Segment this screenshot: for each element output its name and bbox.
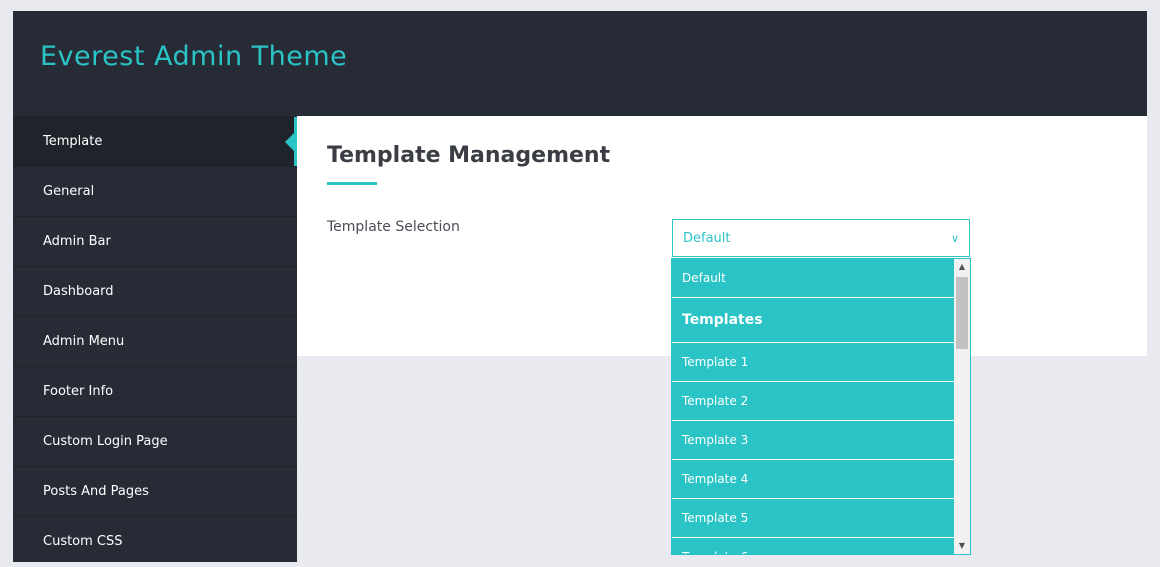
sidebar-item-admin-menu[interactable]: Admin Menu <box>13 316 297 366</box>
app: Everest Admin Theme Template General Adm… <box>13 11 1147 562</box>
page-title: Template Management <box>327 143 611 168</box>
dropdown-option-template-4[interactable]: Template 4 <box>672 460 954 499</box>
dropdown-option-default[interactable]: Default <box>672 259 954 298</box>
scrollbar-thumb[interactable] <box>956 277 968 349</box>
dropdown-option-template-3[interactable]: Template 3 <box>672 421 954 460</box>
dropdown-scrollbar[interactable]: ▲ ▼ <box>954 259 970 554</box>
sidebar-item-dashboard[interactable]: Dashboard <box>13 266 297 316</box>
sidebar-item-label: Footer Info <box>43 384 114 399</box>
template-dropdown-list[interactable]: Default Templates Template 1 Template 2 … <box>671 258 971 555</box>
dropdown-option-template-2[interactable]: Template 2 <box>672 382 954 421</box>
sidebar-item-general[interactable]: General <box>13 166 297 216</box>
sidebar-item-label: Dashboard <box>43 284 114 299</box>
dropdown-group-templates: Templates <box>672 298 954 343</box>
sidebar-item-label: General <box>43 184 95 199</box>
dropdown-option-template-5[interactable]: Template 5 <box>672 499 954 538</box>
dropdown-option-template-1[interactable]: Template 1 <box>672 343 954 382</box>
sidebar-item-custom-login-page[interactable]: Custom Login Page <box>13 416 297 466</box>
scroll-up-icon[interactable]: ▲ <box>954 259 970 275</box>
sidebar-item-label: Admin Menu <box>43 334 125 349</box>
sidebar-item-label: Template <box>43 134 103 149</box>
header: Everest Admin Theme <box>13 11 1147 116</box>
sidebar-item-custom-css[interactable]: Custom CSS <box>13 516 297 566</box>
title-underline <box>327 182 377 185</box>
sidebar-item-admin-bar[interactable]: Admin Bar <box>13 216 297 266</box>
sidebar-item-label: Admin Bar <box>43 234 111 249</box>
scroll-down-icon[interactable]: ▼ <box>954 538 970 554</box>
sidebar-item-template[interactable]: Template <box>13 116 298 167</box>
template-select[interactable]: Default ∨ <box>672 219 970 257</box>
template-selection-label: Template Selection <box>327 219 460 235</box>
chevron-down-icon: ∨ <box>950 232 959 245</box>
sidebar-item-label: Custom Login Page <box>43 434 168 449</box>
sidebar-item-label: Posts And Pages <box>43 484 149 499</box>
sidebar-item-label: Custom CSS <box>43 534 123 549</box>
template-select-value: Default <box>683 231 731 246</box>
sidebar-item-footer-info[interactable]: Footer Info <box>13 366 297 416</box>
app-title: Everest Admin Theme <box>40 41 348 72</box>
sidebar-item-posts-and-pages[interactable]: Posts And Pages <box>13 466 297 516</box>
sidebar: Template General Admin Bar Dashboard Adm… <box>13 116 298 562</box>
dropdown-option-template-6[interactable]: Template 6 <box>672 538 954 554</box>
